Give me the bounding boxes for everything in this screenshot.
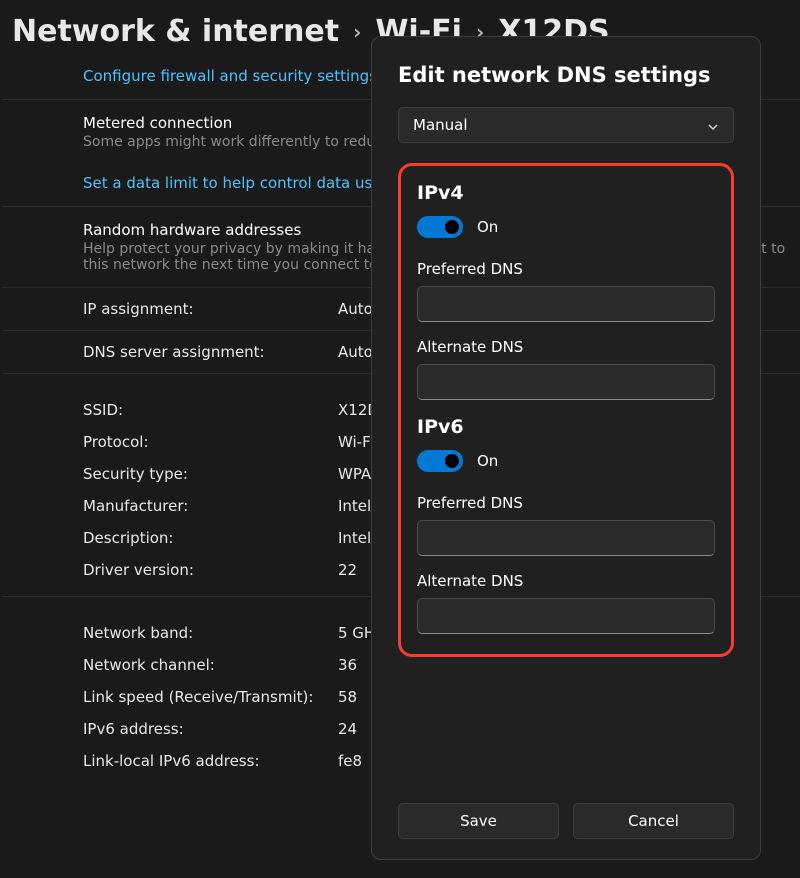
chevron-down-icon — [707, 119, 719, 131]
info-key: SSID: — [83, 401, 338, 419]
dns-mode-select[interactable]: Manual — [398, 107, 734, 143]
dns-fields-highlight: IPv4 On Preferred DNS Alternate DNS IPv6… — [398, 163, 734, 657]
info-key: Description: — [83, 529, 338, 547]
ipv6-toggle[interactable] — [417, 450, 463, 472]
info-key: Security type: — [83, 465, 338, 483]
info-value: Intel — [338, 529, 371, 547]
ipv6-heading: IPv6 — [417, 416, 715, 438]
ipv4-alternate-input[interactable] — [417, 364, 715, 400]
info-value: Intel — [338, 497, 371, 515]
cancel-button[interactable]: Cancel — [573, 803, 734, 839]
info-key: Network channel: — [83, 656, 338, 674]
dialog-title: Edit network DNS settings — [398, 63, 734, 87]
ipv4-alternate-label: Alternate DNS — [417, 338, 715, 356]
info-key: Manufacturer: — [83, 497, 338, 515]
ipv6-alternate-label: Alternate DNS — [417, 572, 715, 590]
info-key: Link-local IPv6 address: — [83, 752, 338, 770]
dns-mode-value: Manual — [413, 116, 468, 134]
ipv4-preferred-label: Preferred DNS — [417, 260, 715, 278]
info-key: IPv6 address: — [83, 720, 338, 738]
ipv6-preferred-label: Preferred DNS — [417, 494, 715, 512]
info-value: 36 — [338, 656, 357, 674]
info-value: 24 — [338, 720, 357, 738]
ipv6-toggle-label: On — [477, 452, 498, 470]
info-key: Link speed (Receive/Transmit): — [83, 688, 338, 706]
ipv4-toggle[interactable] — [417, 216, 463, 238]
ipv4-toggle-label: On — [477, 218, 498, 236]
info-key: Driver version: — [83, 561, 338, 579]
ipv4-preferred-input[interactable] — [417, 286, 715, 322]
info-value: 22 — [338, 561, 357, 579]
info-value: fe8 — [338, 752, 362, 770]
save-button[interactable]: Save — [398, 803, 559, 839]
ip-assignment-label: IP assignment: — [83, 300, 338, 318]
info-value: 58 — [338, 688, 357, 706]
info-value: Wi-Fi — [338, 433, 374, 451]
breadcrumb-root[interactable]: Network & internet — [12, 14, 339, 49]
ipv4-heading: IPv4 — [417, 182, 715, 204]
ipv6-alternate-input[interactable] — [417, 598, 715, 634]
dns-assignment-label: DNS server assignment: — [83, 343, 338, 361]
edit-dns-dialog: Edit network DNS settings Manual IPv4 On… — [371, 36, 761, 860]
info-key: Protocol: — [83, 433, 338, 451]
chevron-right-icon: › — [353, 20, 361, 44]
ipv6-preferred-input[interactable] — [417, 520, 715, 556]
info-key: Network band: — [83, 624, 338, 642]
